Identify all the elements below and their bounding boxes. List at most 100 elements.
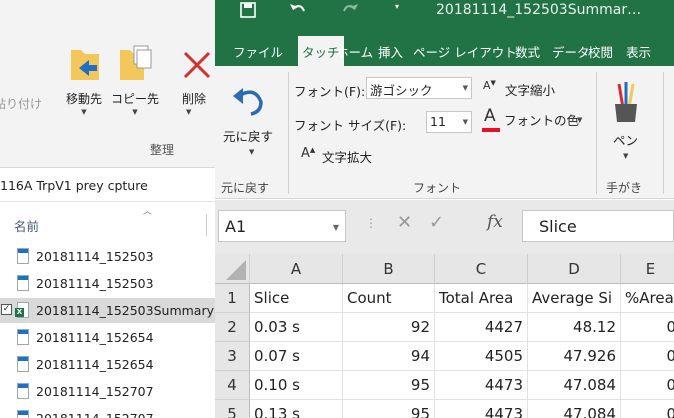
pen-label: ペン — [613, 133, 639, 148]
ribbon-separator — [663, 72, 664, 194]
font-color-label: フォントの色 — [504, 113, 580, 128]
copy-to-label: コピー先 — [110, 92, 159, 106]
spreadsheet-grid: A B C D E 1 Slice Count Total Area Average Si %Are… — [215, 254, 674, 418]
ribbon-tab[interactable]: ページ レイアウト — [413, 42, 517, 61]
cancel-entry-icon[interactable]: ✕ — [397, 212, 412, 233]
move-to-dropdown-icon: ▼ — [81, 108, 87, 116]
ribbon-tab[interactable]: ホーム — [336, 42, 373, 61]
font-name-select[interactable]: 游ゴシック ▼ — [366, 77, 472, 99]
row-header[interactable]: 1 — [215, 284, 250, 313]
shrink-font-button[interactable]: A▼ 文字縮小 — [481, 77, 581, 101]
font-color-button[interactable]: A フォントの色 ▼ — [481, 106, 585, 136]
ribbon-tabs: ファイル タッチ ホーム 挿入 ページ レイアウト 数式 データ 校閲 表示 — [215, 36, 674, 66]
file-name: 20181114_152707 — [36, 384, 154, 399]
undo-icon[interactable] — [289, 1, 307, 19]
name-column-header[interactable]: 名前 — [14, 216, 39, 235]
row-header[interactable]: 2 — [215, 313, 250, 342]
row-header[interactable]: 3 — [215, 342, 250, 371]
delete-label: 削除 — [182, 92, 207, 106]
grid-cell[interactable]: Average Si — [528, 284, 621, 313]
file-checkbox[interactable]: ✓ — [1, 304, 12, 315]
grid-cell[interactable]: Total Area — [435, 284, 528, 313]
insert-function-icon[interactable]: fx — [487, 212, 503, 232]
save-icon[interactable] — [239, 1, 257, 19]
grid-cell[interactable]: 0 — [621, 342, 674, 371]
move-to-button[interactable]: 移動先 ▼ — [55, 40, 113, 120]
file-list-item[interactable]: 20181114_152707 — [0, 406, 215, 418]
grid-cell[interactable]: 95 — [343, 400, 435, 418]
copy-to-button[interactable]: コピー先 ▼ — [110, 40, 160, 120]
redo-icon[interactable] — [341, 1, 359, 19]
grid-cell[interactable]: 0.13 s — [250, 400, 343, 418]
name-box[interactable]: A1 ▼ — [218, 210, 346, 242]
file-list-item[interactable]: 20181114_152654 — [0, 325, 215, 350]
file-list-item[interactable]: 20181114_152503 — [0, 244, 215, 269]
column-splitter[interactable] — [206, 214, 207, 236]
file-icon — [17, 275, 29, 291]
ribbon-tab[interactable]: データ — [552, 42, 590, 61]
column-header[interactable]: C — [435, 254, 528, 284]
grid-cell[interactable]: 47.084 — [528, 371, 621, 400]
paste-button[interactable]: 貼り付け — [0, 45, 42, 115]
column-header[interactable]: E — [621, 254, 674, 284]
organize-group-label: 整理 — [150, 143, 175, 157]
font-color-dropdown-icon: ▼ — [577, 116, 583, 124]
delete-dropdown-icon: ▼ — [186, 108, 192, 116]
ribbon-separator — [596, 72, 597, 194]
row-header[interactable]: 5 — [215, 400, 250, 418]
grid-cell[interactable]: 0 — [621, 400, 674, 418]
grid-cell[interactable]: 0 — [621, 371, 674, 400]
grid-cell[interactable]: Slice — [250, 284, 343, 313]
ribbon-tab[interactable]: 表示 — [626, 42, 651, 61]
shrink-font-label: 文字縮小 — [505, 83, 556, 98]
ribbon-undo-dropdown-icon: ▼ — [249, 148, 255, 156]
move-to-label: 移動先 — [65, 92, 102, 106]
file-list-item[interactable]: 20181114_152503 — [0, 271, 215, 296]
quick-access-dropdown-icon[interactable]: ▾ — [395, 2, 399, 11]
column-header[interactable]: D — [528, 254, 621, 284]
address-bar[interactable]: 116A TrpV1 prey cpture — [0, 170, 215, 202]
grid-cell[interactable]: 47.926 — [528, 342, 621, 371]
ribbon-tab[interactable]: 校閲 — [588, 42, 613, 61]
grid-cell[interactable]: 4505 — [435, 342, 528, 371]
delete-button[interactable]: 削除 ▼ — [176, 40, 215, 120]
grow-font-button[interactable]: A▲ 文字拡大 — [299, 144, 409, 168]
font-size-select[interactable]: 11 ▼ — [426, 111, 472, 133]
grid-cell[interactable]: Count — [343, 284, 435, 313]
font-color-icon: A — [484, 106, 496, 126]
name-box-value: A1 — [225, 217, 247, 236]
file-icon — [17, 356, 29, 372]
file-list-item[interactable]: 20181114_152707 — [0, 379, 215, 404]
grid-cell[interactable]: 94 — [343, 342, 435, 371]
file-icon — [17, 410, 29, 418]
grid-cell[interactable]: 4473 — [435, 371, 528, 400]
file-icon — [17, 383, 29, 399]
ribbon-tab[interactable]: ファイル — [233, 42, 283, 61]
grid-cell[interactable]: 4427 — [435, 313, 528, 342]
grid-cell[interactable]: 0.03 s — [250, 313, 343, 342]
ribbon-tab[interactable]: 数式 — [515, 42, 540, 61]
grid-cell[interactable]: 47.084 — [528, 400, 621, 418]
grid-cell[interactable]: 0.10 s — [250, 371, 343, 400]
row-header[interactable]: 4 — [215, 371, 250, 400]
column-header[interactable]: B — [343, 254, 435, 284]
grid-cell[interactable]: %Area — [621, 284, 674, 313]
name-box-dropdown-icon: ▼ — [332, 223, 339, 232]
ribbon-undo-button[interactable]: 元に戻す ▼ — [219, 80, 283, 160]
file-name: 20181114_152503 — [36, 276, 154, 291]
select-all-corner[interactable] — [215, 254, 250, 284]
column-header[interactable]: A — [250, 254, 343, 284]
file-list-item[interactable]: 20181114_152654 — [0, 352, 215, 377]
pen-button[interactable]: ペン ▼ — [601, 76, 653, 166]
confirm-entry-icon[interactable]: ✓ — [429, 212, 444, 233]
grid-cell[interactable]: 48.12 — [528, 313, 621, 342]
pen-cup-icon — [615, 82, 637, 122]
grid-cell[interactable]: 95 — [343, 371, 435, 400]
ribbon-tab[interactable]: 挿入 — [378, 42, 403, 61]
grid-cell[interactable]: 0.07 s — [250, 342, 343, 371]
grid-cell[interactable]: 92 — [343, 313, 435, 342]
grid-cell[interactable]: 0 — [621, 313, 674, 342]
file-list-item[interactable]: ✓ 20181114_152503Summary — [0, 298, 215, 323]
formula-input[interactable]: Slice — [522, 210, 674, 242]
grid-cell[interactable]: 4473 — [435, 400, 528, 418]
